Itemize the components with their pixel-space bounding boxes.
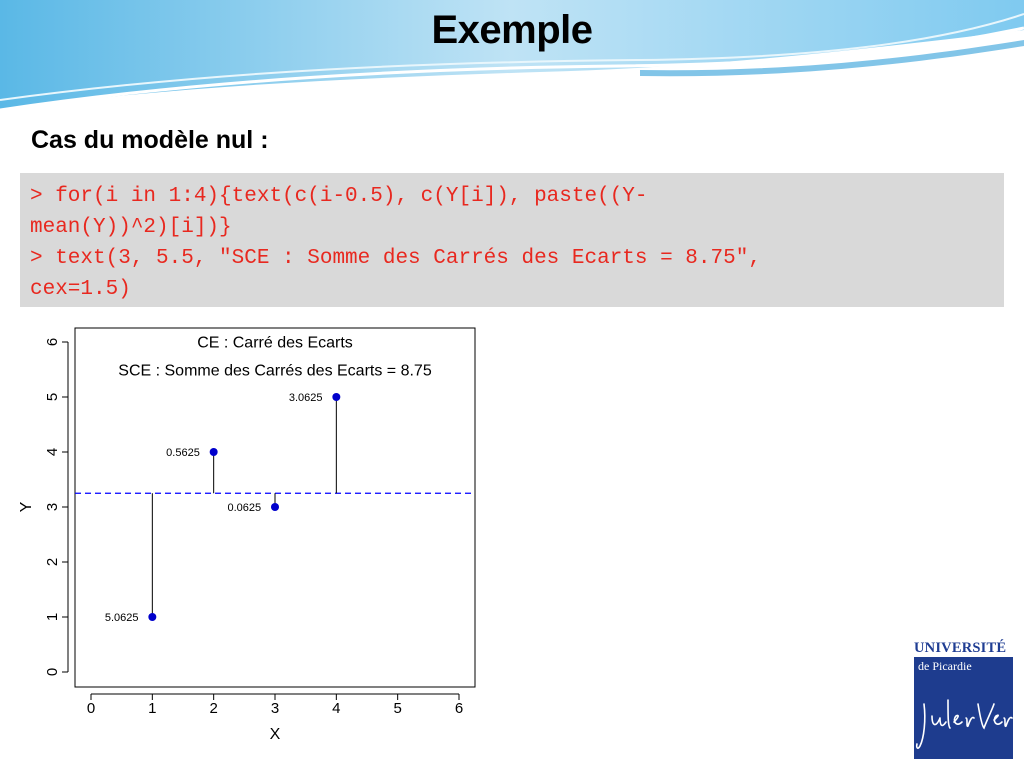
data-point — [271, 503, 279, 511]
y-tick-label: 0 — [44, 668, 61, 676]
x-tick-label: 1 — [148, 700, 156, 717]
y-tick-label: 6 — [44, 338, 61, 346]
point-label: 0.0625 — [228, 502, 262, 514]
point-label: 3.0625 — [289, 392, 323, 404]
point-label: 5.0625 — [105, 612, 139, 624]
x-tick-label: 2 — [209, 700, 217, 717]
scatter-plot: 0 1 2 3 4 5 6 0 1 2 3 4 5 6 X Y CE : Carré des Ecarts SCE… — [18, 327, 476, 743]
y-tick-label: 5 — [44, 393, 61, 401]
chart-annotation: SCE : Somme des Carrés des Ecarts = 8.75 — [118, 363, 432, 380]
x-tick-label: 3 — [271, 700, 279, 717]
y-tick-label: 2 — [44, 558, 61, 566]
x-axis-label: X — [270, 726, 281, 743]
logo-text-universite: UNIVERSITÉ — [914, 640, 1007, 656]
university-logo: UNIVERSITÉ de Picardie — [912, 638, 1014, 760]
y-tick-label: 4 — [44, 448, 61, 456]
signature-icon — [915, 699, 1013, 749]
data-point — [148, 613, 157, 621]
point-label: 0.5625 — [166, 447, 200, 459]
data-point — [209, 448, 218, 456]
y-tick-label: 3 — [44, 503, 61, 511]
x-tick-label: 5 — [393, 700, 401, 717]
x-tick-label: 6 — [455, 700, 463, 717]
y-tick-label: 1 — [44, 613, 61, 621]
chart-title: CE : Carré des Ecarts — [197, 335, 353, 352]
x-tick-label: 4 — [332, 700, 340, 717]
y-axis-label: Y — [18, 501, 35, 512]
data-point — [332, 393, 341, 401]
x-tick-label: 0 — [87, 700, 95, 717]
